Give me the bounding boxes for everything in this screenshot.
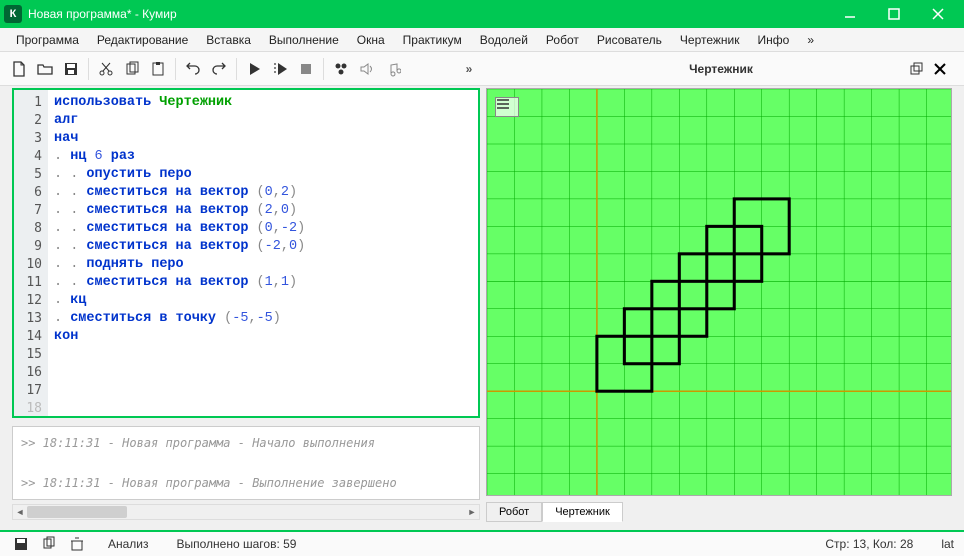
menu-»[interactable]: » [799,30,822,50]
tab-робот[interactable]: Робот [486,502,542,522]
menu-чертежник[interactable]: Чертежник [672,30,748,50]
actors-button[interactable] [328,56,354,82]
menu-практикум[interactable]: Практикум [395,30,470,50]
undo-button[interactable] [180,56,206,82]
status-lang[interactable]: lat [941,537,954,551]
minimize-button[interactable] [828,0,872,28]
status-analysis: Анализ [108,537,149,551]
status-steps: Выполнено шагов: 59 [177,537,297,551]
copy-button[interactable] [119,56,145,82]
menu-окна[interactable]: Окна [349,30,393,50]
menu-водолей[interactable]: Водолей [472,30,536,50]
drawer-header: Чертежник [490,56,952,82]
drawer-restore-button[interactable] [908,61,924,77]
toolbar: » Чертежник [0,52,964,86]
scroll-right-icon[interactable]: ► [465,505,479,519]
maximize-button[interactable] [872,0,916,28]
paste-button[interactable] [145,56,171,82]
canvas-tabs: РоботЧертежник [486,498,952,522]
stop-button[interactable] [293,56,319,82]
menu-bar: ПрограммаРедактированиеВставкаВыполнение… [0,28,964,52]
editor-gutter: 123456789101112131415161718 [14,90,48,416]
cut-button[interactable] [93,56,119,82]
right-pane: РоботЧертежник [480,86,964,530]
editor-code[interactable]: использовать Чертежникалгнач. нц 6 раз. … [48,90,478,416]
main-area: 123456789101112131415161718 использовать… [0,86,964,530]
left-pane: 123456789101112131415161718 использовать… [0,86,480,530]
status-clear-button[interactable] [66,534,88,554]
app-icon: К [4,5,22,23]
redo-button[interactable] [206,56,232,82]
menu-рисователь[interactable]: Рисователь [589,30,670,50]
code-editor[interactable]: 123456789101112131415161718 использовать… [12,88,480,418]
music-button[interactable] [380,56,406,82]
drawer-title: Чертежник [689,62,753,76]
status-copy-button[interactable] [38,534,60,554]
horizontal-scrollbar[interactable]: ◄ ► [12,504,480,520]
menu-инфо[interactable]: Инфо [750,30,798,50]
menu-редактирование[interactable]: Редактирование [89,30,196,50]
menu-выполнение[interactable]: Выполнение [261,30,347,50]
save-button[interactable] [58,56,84,82]
scroll-thumb[interactable] [27,506,127,518]
scroll-left-icon[interactable]: ◄ [13,505,27,519]
window-title: Новая программа* - Кумир [28,7,828,21]
drawer-close-button[interactable] [932,61,948,77]
close-button[interactable] [916,0,960,28]
status-bar: Анализ Выполнено шагов: 59 Стр: 13, Кол:… [0,530,964,556]
status-save-button[interactable] [10,534,32,554]
drawer-canvas[interactable] [486,88,952,496]
run-button[interactable] [241,56,267,82]
status-cursor-pos: Стр: 13, Кол: 28 [825,537,913,551]
canvas-menu-button[interactable] [495,97,519,117]
sound-button[interactable] [354,56,380,82]
menu-вставка[interactable]: Вставка [198,30,259,50]
menu-робот[interactable]: Робот [538,30,587,50]
open-file-button[interactable] [32,56,58,82]
step-button[interactable] [267,56,293,82]
toolbar-expand-button[interactable]: » [460,56,478,82]
title-bar: К Новая программа* - Кумир [0,0,964,28]
menu-программа[interactable]: Программа [8,30,87,50]
new-file-button[interactable] [6,56,32,82]
tab-чертежник[interactable]: Чертежник [542,502,623,522]
output-console[interactable]: >> 18:11:31 - Новая программа - Начало в… [12,426,480,500]
